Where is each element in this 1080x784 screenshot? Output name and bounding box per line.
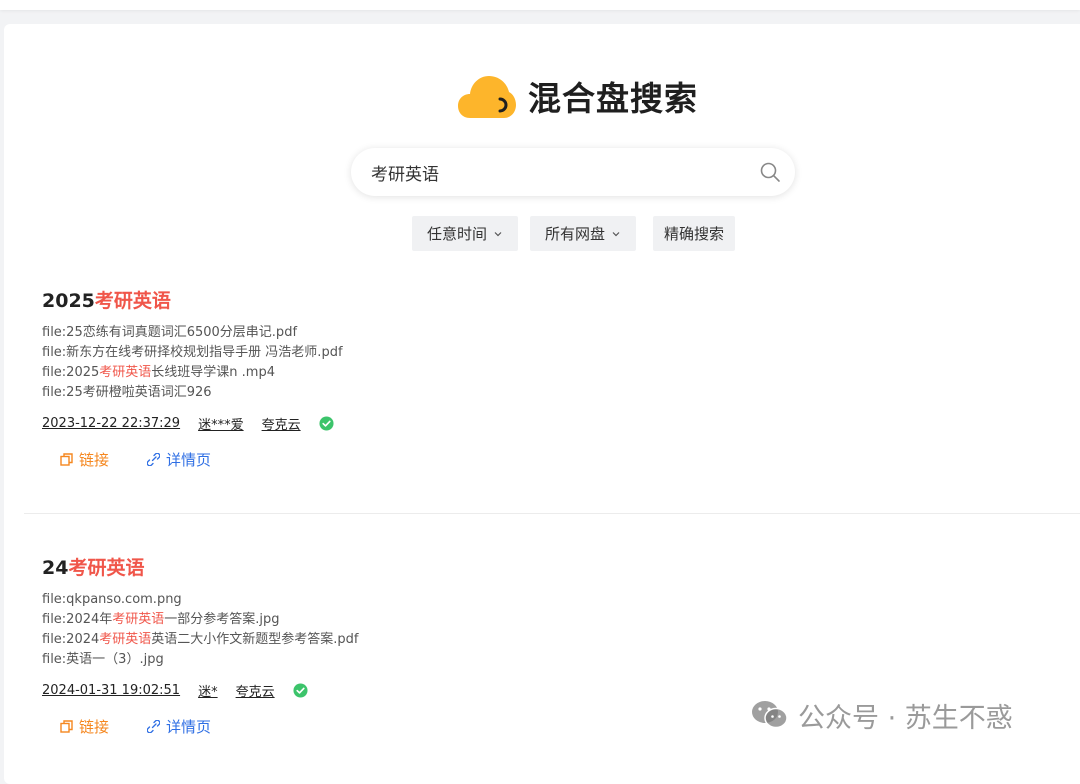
disk-filter-dropdown[interactable]: 所有网盘 — [530, 216, 636, 251]
search-input[interactable] — [369, 151, 743, 193]
time-filter-label: 任意时间 — [426, 225, 487, 243]
link-button[interactable]: 链接 — [60, 449, 109, 470]
chevron-down-icon — [494, 231, 502, 236]
file-highlight: 考研英语 — [99, 365, 152, 380]
file-list: file:qkpanso.com.png file:2024年考研英语一部分参考… — [42, 590, 359, 670]
time-filter-dropdown[interactable]: 任意时间 — [412, 216, 518, 251]
file-name: file:qkpanso.com.png — [42, 592, 182, 607]
file-highlight: 考研英语 — [112, 612, 165, 627]
exact-search-button[interactable]: 精确搜索 — [653, 216, 735, 251]
file-name: file:2025 — [42, 365, 100, 380]
result-title-highlight: 考研英语 — [94, 290, 171, 312]
file-list: file:25恋练有词真题词汇6500分层串记.pdf file:新东方在线考研… — [42, 323, 343, 403]
result-title-highlight: 考研英语 — [68, 557, 145, 579]
file-entry: file:2025考研英语长线班导学课n .mp4 — [42, 363, 343, 383]
detail-label: 详情页 — [166, 717, 212, 736]
result-actions: 链接 详情页 — [42, 449, 343, 469]
wechat-watermark: 公众号 · 苏生不惑 — [750, 698, 1013, 734]
file-entry: file:2024考研英语英语二大小作文新题型参考答案.pdf — [42, 630, 359, 650]
file-name-rest: 英语二大小作文新题型参考答案.pdf — [151, 632, 359, 647]
exact-search-label: 精确搜索 — [663, 225, 724, 243]
chevron-down-icon — [612, 231, 620, 236]
copy-icon — [60, 719, 73, 733]
result-title[interactable]: 24考研英语 — [42, 555, 359, 581]
result-meta: 2024-01-31 19:02:51 迷* 夸克云 — [42, 680, 359, 700]
detail-page-link[interactable]: 详情页 — [147, 449, 211, 470]
detail-label: 详情页 — [166, 450, 212, 469]
site-title: 混合盘搜索 — [528, 79, 698, 118]
cloud-logo-icon — [458, 76, 516, 118]
file-entry: file:25恋练有词真题词汇6500分层串记.pdf — [42, 323, 343, 343]
verified-check-icon — [293, 682, 308, 698]
disk-type: 夸克云 — [261, 417, 301, 433]
wechat-icon — [752, 701, 788, 729]
verified-check-icon — [319, 415, 334, 431]
share-date: 2023-12-22 22:37:29 — [42, 415, 181, 431]
file-name: file:新东方在线考研择校规划指导手册 冯浩老师.pdf — [42, 345, 343, 360]
file-entry: file:qkpanso.com.png — [42, 590, 359, 610]
file-name-rest: 一部分参考答案.jpg — [164, 612, 280, 627]
result-meta: 2023-12-22 22:37:29 迷***爱 夸克云 — [42, 413, 343, 433]
site-logo[interactable]: 混合盘搜索 — [458, 72, 698, 120]
share-user: 迷***爱 — [198, 417, 244, 433]
share-date: 2024-01-31 19:02:51 — [42, 682, 181, 698]
watermark-text: 公众号 · 苏生不惑 — [798, 702, 1013, 734]
search-icon[interactable] — [759, 161, 781, 183]
disk-filter-label: 所有网盘 — [544, 225, 605, 243]
file-name: file:英语一（3）.jpg — [42, 652, 164, 667]
top-bar — [0, 0, 1080, 10]
file-entry: file:2024年考研英语一部分参考答案.jpg — [42, 610, 359, 630]
link-button[interactable]: 链接 — [60, 716, 109, 737]
result-item: 24考研英语 file:qkpanso.com.png file:2024年考研… — [42, 555, 359, 736]
link-icon — [147, 719, 161, 733]
search-box — [351, 148, 795, 196]
file-name: file:25恋练有词真题词汇6500分层串记.pdf — [42, 325, 298, 340]
file-name: file:2024 — [42, 632, 100, 647]
file-name-rest: 长线班导学课n .mp4 — [151, 365, 275, 380]
detail-page-link[interactable]: 详情页 — [147, 716, 211, 737]
link-label: 链接 — [79, 450, 110, 469]
file-name: file:25考研橙啦英语词汇926 — [42, 385, 212, 400]
result-actions: 链接 详情页 — [42, 716, 359, 736]
link-icon — [147, 452, 161, 466]
link-label: 链接 — [79, 717, 110, 736]
share-user: 迷* — [198, 684, 218, 700]
file-entry: file:25考研橙啦英语词汇926 — [42, 383, 343, 403]
result-divider — [24, 513, 1080, 514]
disk-type: 夸克云 — [235, 684, 275, 700]
result-title-prefix: 2025 — [42, 290, 95, 312]
file-entry: file:新东方在线考研择校规划指导手册 冯浩老师.pdf — [42, 343, 343, 363]
result-title-prefix: 24 — [42, 557, 69, 579]
result-item: 2025考研英语 file:25恋练有词真题词汇6500分层串记.pdf fil… — [42, 288, 343, 469]
file-name: file:2024年 — [42, 612, 113, 627]
result-title[interactable]: 2025考研英语 — [42, 288, 343, 314]
file-highlight: 考研英语 — [99, 632, 152, 647]
copy-icon — [60, 452, 73, 466]
file-entry: file:英语一（3）.jpg — [42, 650, 359, 670]
